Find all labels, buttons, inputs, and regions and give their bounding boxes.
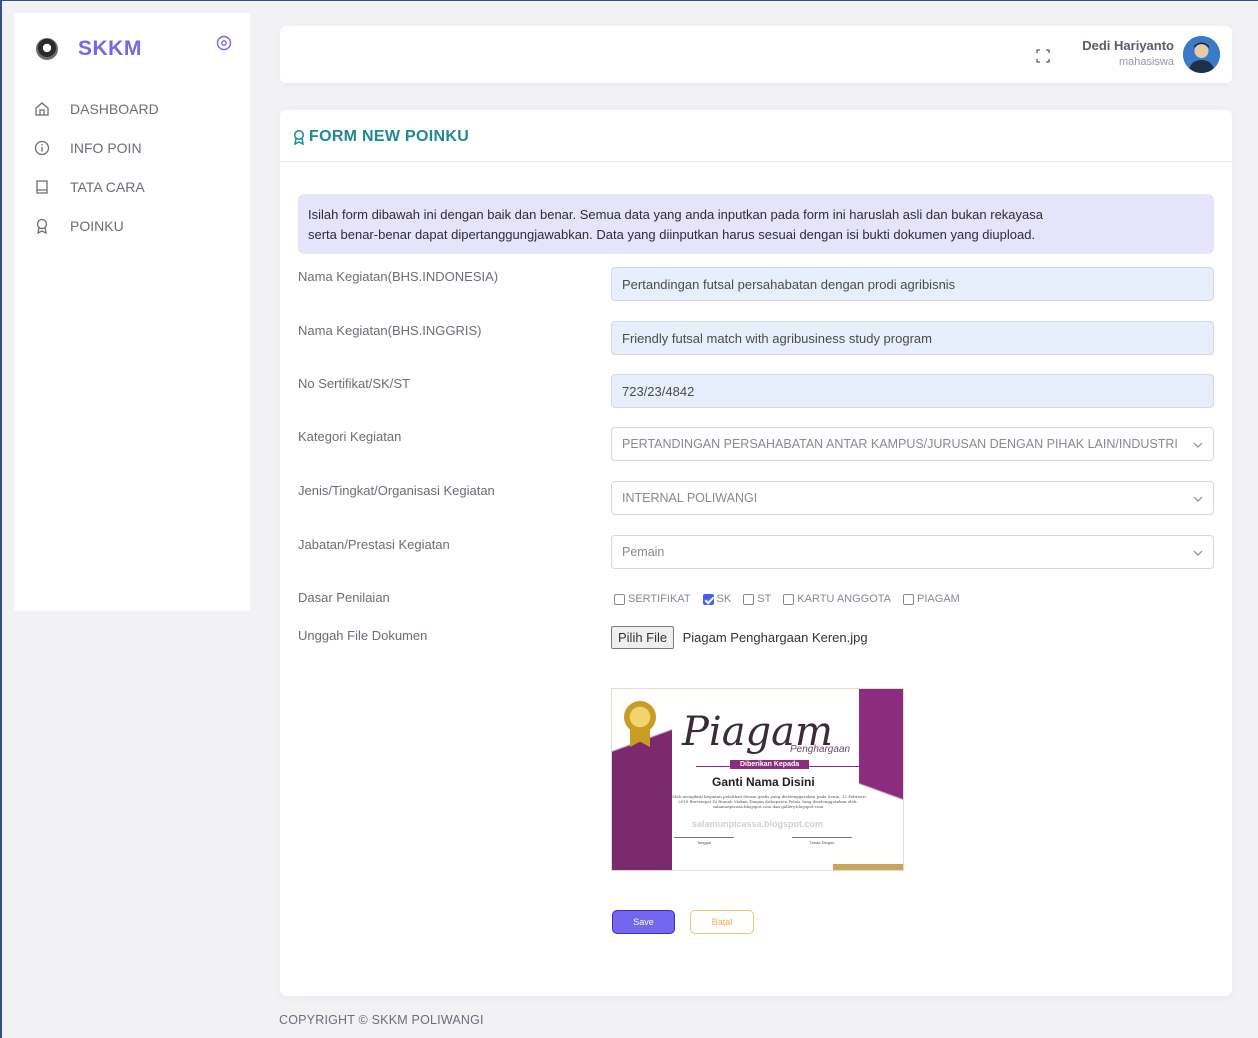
no-sertifikat-label: No Sertifikat/SK/ST — [298, 376, 410, 391]
upload-label: Unggah File Dokumen — [298, 628, 428, 643]
checkbox-box[interactable] — [614, 593, 625, 605]
row-upload: Unggah File Dokumen Pilih File Piagam Pe… — [298, 626, 1214, 662]
preview-signature-right: Tanda Tangan — [792, 837, 852, 845]
sidebar-nav: DASHBOARD INFO POIN TATA CARA POINKU — [34, 89, 159, 245]
checkbox-label: KARTU ANGGOTA — [797, 593, 892, 605]
checkbox-piagam[interactable]: PIAGAM — [903, 593, 960, 605]
notice-line-2: serta benar-benar dapat dipertanggungjaw… — [308, 227, 1036, 242]
sidebar-toggle-icon[interactable] — [216, 35, 232, 51]
home-icon — [35, 101, 49, 116]
sidebar-item-poinku[interactable]: POINKU — [34, 206, 159, 245]
sidebar: SKKM DASHBOARD INFO POIN TATA CARA POINK… — [14, 13, 250, 611]
card-header: FORM NEW POINKU — [280, 110, 1232, 162]
sidebar-item-label: DASHBOARD — [70, 100, 159, 117]
form-card: FORM NEW POINKU Isilah form dibawah ini … — [280, 110, 1232, 996]
row-nama-id: Nama Kegiatan(BHS.INDONESIA) Pertandinga… — [298, 267, 1214, 303]
jenis-label: Jenis/Tingkat/Organisasi Kegiatan — [298, 483, 495, 498]
award-icon — [293, 129, 305, 145]
checkbox-box[interactable] — [783, 593, 795, 605]
checkbox-kartu-anggota[interactable]: KARTU ANGGOTA — [783, 593, 891, 605]
avatar[interactable] — [1183, 36, 1220, 73]
preview-gold-strip — [833, 864, 903, 870]
book-icon — [36, 179, 48, 194]
checkbox-label: SK — [716, 593, 732, 605]
kategori-selected-value: PERTANDINGAN PERSAHABATAN ANTAR KAMPUS/J… — [622, 437, 1178, 451]
checkbox-st[interactable]: ST — [743, 593, 771, 605]
preview-decoration-right — [859, 689, 903, 870]
chevron-down-icon — [1193, 550, 1203, 556]
chevron-down-icon — [1193, 496, 1203, 502]
row-nama-en: Nama Kegiatan(BHS.INGGRIS) Friendly futs… — [298, 321, 1214, 357]
checkbox-sk[interactable]: SK — [702, 593, 732, 605]
brand-logo — [36, 38, 58, 60]
sidebar-item-info-poin[interactable]: INFO POIN — [34, 128, 159, 167]
nama-id-label: Nama Kegiatan(BHS.INDONESIA) — [298, 269, 499, 284]
nama-en-input[interactable]: Friendly futsal match with agribusiness … — [611, 321, 1214, 355]
preview-badge: Diberikan Kepada — [730, 760, 810, 769]
brand-name: SKKM — [78, 37, 142, 60]
jabatan-select[interactable]: Pemain — [611, 535, 1214, 569]
page-title-text: FORM NEW POINKU — [309, 128, 470, 145]
preview-recipient: Ganti Nama Disini — [712, 775, 815, 789]
brand[interactable]: SKKM — [36, 37, 142, 61]
user-role: mahasiswa — [1118, 56, 1174, 68]
checkbox-sertifikat[interactable]: SERTIFIKAT — [614, 593, 691, 605]
jabatan-label: Jabatan/Prestasi Kegiatan — [298, 537, 450, 552]
checkbox-box[interactable] — [903, 593, 915, 605]
dasar-label: Dasar Penilaian — [298, 590, 390, 605]
page-title: FORM NEW POINKU — [292, 128, 469, 146]
jenis-select[interactable]: INTERNAL POLIWANGI — [611, 481, 1214, 515]
file-name: Piagam Penghargaan Keren.jpg — [682, 630, 868, 645]
dasar-checkbox-group: SERTIFIKAT SK ST KARTU ANGGOTA PIAGAM — [614, 589, 1217, 609]
checkbox-label: PIAGAM — [917, 593, 960, 605]
medal-icon — [624, 701, 656, 733]
info-icon — [34, 140, 50, 155]
preview-subtitle: Penghargaan — [790, 744, 851, 755]
user-name[interactable]: Dedi Hariyanto — [1082, 38, 1174, 53]
sidebar-item-dashboard[interactable]: DASHBOARD — [34, 89, 159, 128]
sidebar-item-label: TATA CARA — [70, 178, 145, 195]
kategori-select[interactable]: PERTANDINGAN PERSAHABATAN ANTAR KAMPUS/J… — [611, 427, 1214, 461]
jenis-selected-value: INTERNAL POLIWANGI — [622, 491, 758, 505]
row-jabatan: Jabatan/Prestasi Kegiatan Pemain — [298, 535, 1214, 571]
jabatan-selected-value: Pemain — [622, 545, 665, 559]
sidebar-item-label: POINKU — [70, 217, 124, 234]
row-no-sertifikat: No Sertifikat/SK/ST 723/23/4842 — [298, 374, 1214, 410]
footer-copyright: COPYRIGHT © SKKM POLIWANGI — [279, 1013, 484, 1027]
checkbox-box[interactable] — [743, 593, 755, 605]
chevron-down-icon — [1193, 442, 1203, 448]
nama-en-label: Nama Kegiatan(BHS.INGGRIS) — [298, 323, 482, 338]
row-jenis: Jenis/Tingkat/Organisasi Kegiatan INTERN… — [298, 481, 1214, 517]
kategori-label: Kategori Kegiatan — [298, 429, 402, 444]
nama-id-input[interactable]: Pertandingan futsal persahabatan dengan … — [611, 267, 1214, 301]
checkbox-label: ST — [757, 593, 772, 605]
checkbox-label: SERTIFIKAT — [628, 593, 691, 605]
row-kategori: Kategori Kegiatan PERTANDINGAN PERSAHABA… — [298, 427, 1214, 463]
sidebar-item-label: INFO POIN — [70, 139, 142, 156]
preview-watermark: salamunpicassa.blogspot.com — [692, 819, 824, 829]
document-preview: Piagam Penghargaan Diberikan Kepada Gant… — [611, 688, 904, 871]
notice-alert: Isilah form dibawah ini dengan baik dan … — [298, 194, 1214, 254]
notice-line-1: Isilah form dibawah ini dengan baik dan … — [308, 207, 1043, 222]
preview-body-text: Telah mengikuti kegiatan pelatihan desai… — [670, 794, 866, 809]
preview-signature-left: Tanggal — [674, 837, 734, 845]
award-icon — [36, 218, 48, 234]
save-button[interactable]: Save — [612, 910, 675, 934]
fullscreen-icon[interactable] — [1036, 49, 1050, 63]
sidebar-item-tata-cara[interactable]: TATA CARA — [34, 167, 159, 206]
avatar-image — [1183, 36, 1220, 73]
top-navbar: Dedi Hariyanto mahasiswa — [280, 26, 1232, 83]
choose-file-button[interactable]: Pilih File — [611, 626, 675, 649]
no-sertifikat-input[interactable]: 723/23/4842 — [611, 374, 1214, 408]
checkbox-box[interactable] — [702, 593, 714, 605]
cancel-button[interactable]: Batal — [690, 910, 754, 934]
row-dasar-penilaian: Dasar Penilaian SERTIFIKAT SK ST KARTU A… — [298, 589, 1214, 625]
